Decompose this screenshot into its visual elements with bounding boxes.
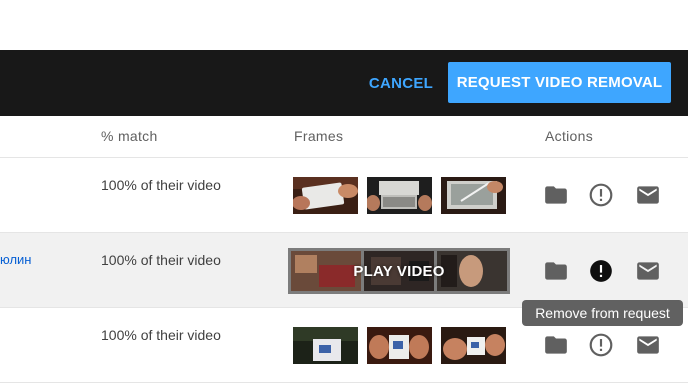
- match-value: 100% of their video: [101, 177, 221, 193]
- mail-icon[interactable]: [635, 258, 661, 284]
- mail-icon[interactable]: [635, 182, 661, 208]
- frame-thumbnail[interactable]: [441, 177, 506, 214]
- cancel-button[interactable]: CANCEL: [362, 63, 440, 103]
- alert-circle-icon[interactable]: [588, 332, 614, 358]
- folder-icon[interactable]: [543, 258, 569, 284]
- channel-link[interactable]: юлин: [0, 252, 32, 267]
- tooltip-remove-from-request: Remove from request: [522, 300, 683, 326]
- frame-thumbnail[interactable]: [367, 177, 432, 214]
- mail-icon[interactable]: [635, 332, 661, 358]
- folder-icon[interactable]: [543, 182, 569, 208]
- column-header-match: % match: [101, 128, 158, 144]
- frame-thumbnail[interactable]: [293, 327, 358, 364]
- match-value: 100% of their video: [101, 252, 221, 268]
- top-whitespace: [0, 0, 688, 50]
- frame-thumbnail[interactable]: [441, 327, 506, 364]
- alert-circle-filled-icon[interactable]: [588, 258, 614, 284]
- folder-icon[interactable]: [543, 332, 569, 358]
- request-video-removal-button[interactable]: REQUEST VIDEO REMOVAL: [448, 62, 671, 103]
- alert-circle-icon[interactable]: [588, 182, 614, 208]
- play-video-overlay[interactable]: PLAY VIDEO: [288, 248, 510, 294]
- column-header-frames: Frames: [294, 128, 344, 144]
- play-video-label: PLAY VIDEO: [353, 262, 445, 280]
- frame-thumbnail[interactable]: [293, 177, 358, 214]
- column-header-actions: Actions: [545, 128, 594, 144]
- frame-thumbnail[interactable]: [367, 327, 432, 364]
- match-value: 100% of their video: [101, 327, 221, 343]
